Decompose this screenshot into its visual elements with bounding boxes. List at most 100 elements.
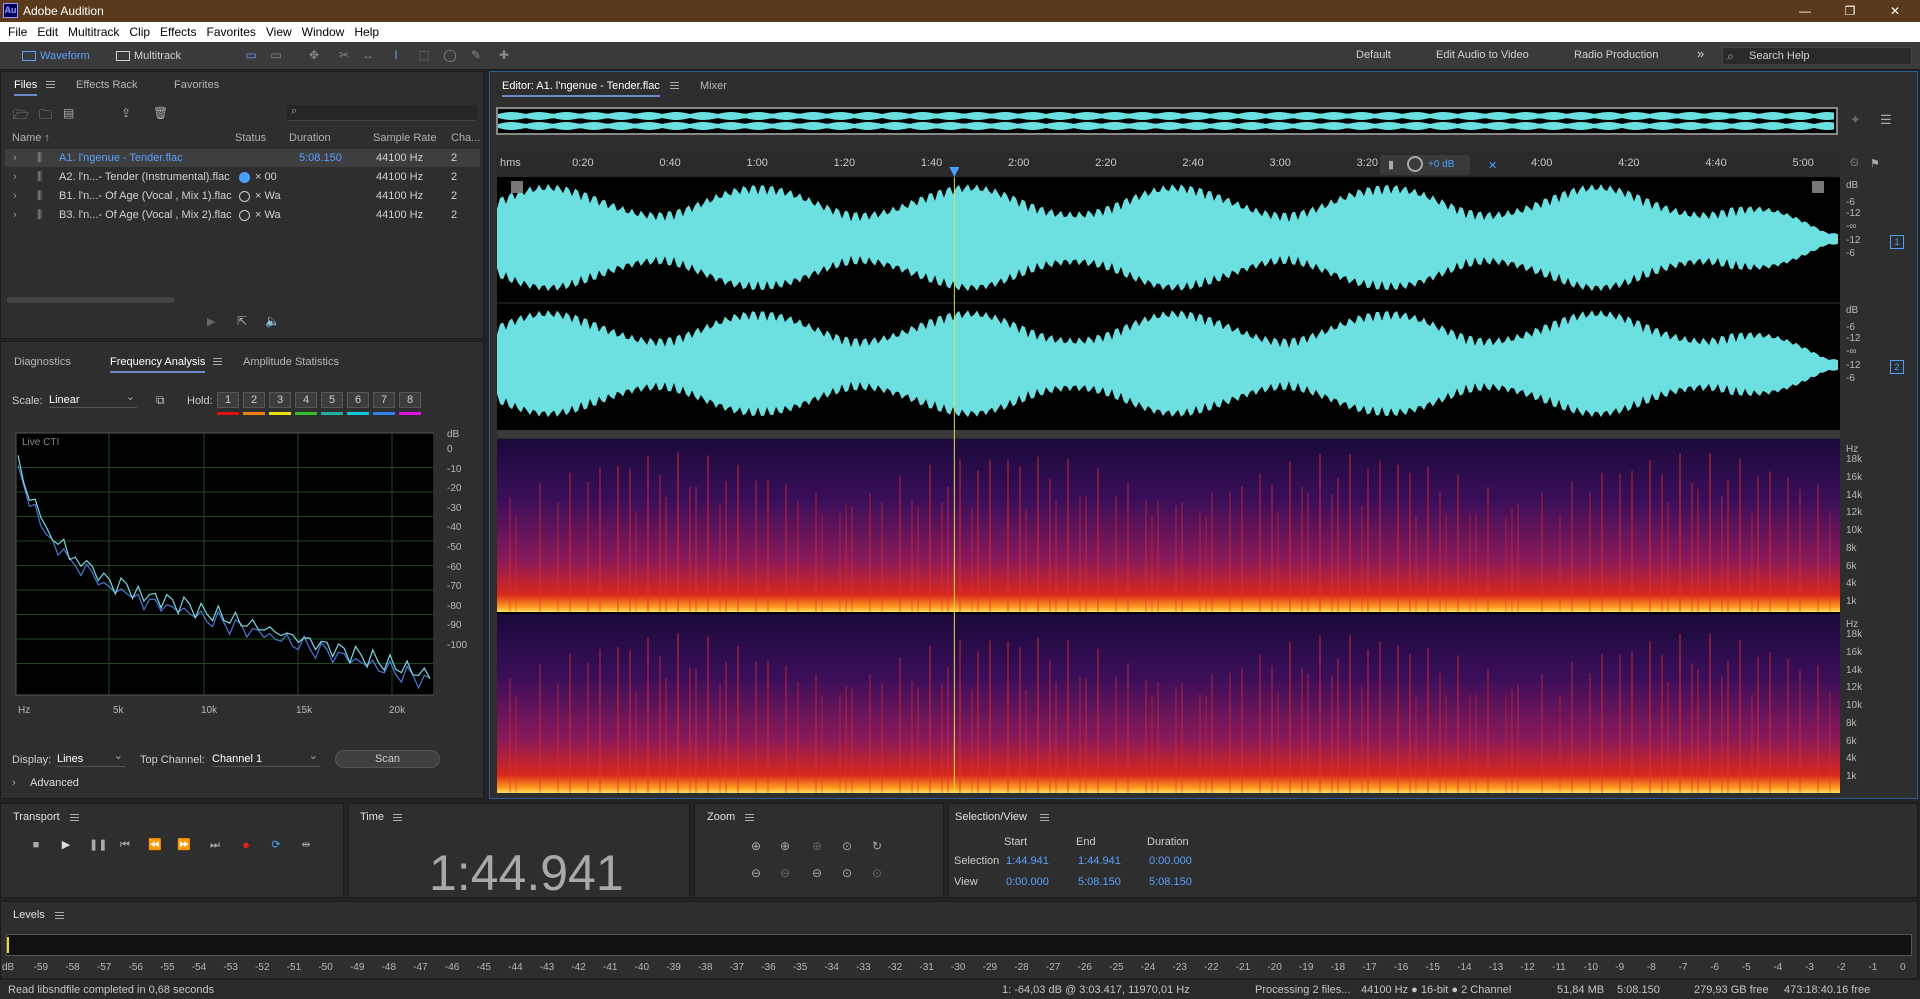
import-file-icon[interactable]: 🗀	[39, 106, 52, 128]
zoom-in-amplitude-icon[interactable]: ⊕	[747, 837, 765, 855]
copy-graph-icon[interactable]: ⧉	[156, 393, 165, 408]
hold-button-2[interactable]: 2	[243, 392, 265, 408]
waveform-view-icon[interactable]: ▭	[243, 48, 259, 62]
tab-favorites[interactable]: Favorites	[174, 79, 219, 91]
zoom-out-amplitude-icon[interactable]: ⊖	[747, 864, 765, 882]
hold-button-3[interactable]: 3	[269, 392, 291, 408]
spectral-view-icon[interactable]: ▭	[268, 48, 284, 62]
selection-end[interactable]: 1:44.941	[1078, 855, 1121, 867]
file-row-a1[interactable]: › ⫼ A1. l'ngenue - Tender.flac 5:08.150 4…	[5, 149, 480, 167]
time-menu-icon[interactable]	[393, 814, 402, 821]
play-icon[interactable]: ▶	[58, 837, 74, 853]
marker-icon[interactable]: ⚑	[1870, 157, 1880, 170]
menu-effects[interactable]: Effects	[155, 22, 201, 42]
zoom-in-time-icon[interactable]: ⊕	[776, 837, 794, 855]
fast-forward-icon[interactable]: ⏩	[176, 837, 192, 853]
record-icon[interactable]: ●	[238, 837, 254, 853]
hold-button-8[interactable]: 8	[399, 392, 421, 408]
channel-2-toggle[interactable]: 2	[1890, 360, 1904, 374]
multitrack-mode-button[interactable]: Multitrack	[112, 47, 181, 65]
column-duration[interactable]: Duration	[289, 132, 331, 144]
menu-view[interactable]: View	[261, 22, 297, 42]
workspace-edit-audio-to-video[interactable]: Edit Audio to Video	[1436, 49, 1529, 61]
hud-volume[interactable]: ▮ +0 dB	[1380, 155, 1470, 175]
zoom-out-full-icon[interactable]: ✦	[1850, 112, 1861, 128]
delete-file-icon[interactable]: 🗑	[153, 106, 168, 120]
column-status[interactable]: Status	[235, 132, 266, 144]
display-dropdown[interactable]: Lines	[57, 748, 125, 767]
menu-help[interactable]: Help	[349, 22, 384, 42]
fade-in-handle[interactable]	[511, 181, 523, 193]
column-sample-rate[interactable]: Sample Rate	[373, 132, 437, 144]
tab-editor[interactable]: Editor: A1. l'ngenue - Tender.flac	[502, 80, 660, 97]
editor-menu-icon[interactable]	[670, 82, 679, 89]
pin-hud-icon[interactable]: ✕	[1488, 159, 1497, 172]
menu-multitrack[interactable]: Multitrack	[63, 22, 124, 42]
tab-effects-rack[interactable]: Effects Rack	[76, 79, 138, 91]
new-file-icon[interactable]: ▤	[63, 106, 74, 120]
view-end[interactable]: 5:08.150	[1078, 876, 1121, 888]
hold-button-5[interactable]: 5	[321, 392, 343, 408]
play-preview-icon[interactable]: ▶	[207, 315, 215, 328]
menu-window[interactable]: Window	[297, 22, 350, 42]
tab-amplitude-statistics[interactable]: Amplitude Statistics	[243, 356, 339, 368]
transport-menu-icon[interactable]	[70, 814, 79, 821]
more-workspaces-button[interactable]: »	[1697, 46, 1704, 61]
channel-1-toggle[interactable]: 1	[1890, 235, 1904, 249]
files-scrollbar[interactable]	[7, 297, 175, 303]
selection-start[interactable]: 1:44.941	[1006, 855, 1049, 867]
stop-icon[interactable]: ■	[28, 837, 44, 853]
zoom-out-full-time-icon[interactable]: ⊖	[808, 864, 826, 882]
loop-preview-icon[interactable]: ⇱	[237, 314, 247, 328]
snap-icon[interactable]: ⏲	[1850, 157, 1859, 170]
advanced-chevron-icon[interactable]: ›	[12, 777, 16, 789]
files-menu-icon[interactable]	[46, 81, 55, 88]
menu-clip[interactable]: Clip	[124, 22, 155, 42]
move-tool-icon[interactable]: ✥	[306, 48, 322, 62]
menu-edit[interactable]: Edit	[32, 22, 63, 42]
workspace-radio-production[interactable]: Radio Production	[1574, 49, 1658, 61]
overview-navigator[interactable]	[496, 107, 1838, 135]
autoplay-volume-icon[interactable]: 🔈	[265, 314, 280, 328]
zoom-reset-icon[interactable]: ↻	[868, 837, 886, 855]
file-row-b1[interactable]: › ⫼ B1. l'n...- Of Age (Vocal , Mix 1).fl…	[5, 187, 480, 205]
file-row-b3[interactable]: › ⫼ B3. l'n...- Of Age (Vocal , Mix 2).fl…	[5, 206, 480, 224]
selection-menu-icon[interactable]	[1040, 814, 1049, 821]
advanced-label[interactable]: Advanced	[30, 777, 79, 789]
fade-out-handle[interactable]	[1812, 181, 1824, 193]
slip-tool-icon[interactable]: ↔	[360, 48, 376, 62]
file-row-a2[interactable]: › ⫼ A2. l'n...- Tender (Instrumental).fla…	[5, 168, 480, 186]
lasso-tool-icon[interactable]: ◯	[442, 48, 458, 62]
zoom-out-time-icon[interactable]: ⊖	[776, 864, 794, 882]
files-search-input[interactable]: ⌕	[287, 105, 477, 121]
scan-button[interactable]: Scan	[335, 750, 440, 768]
top-channel-dropdown[interactable]: Channel 1	[212, 748, 320, 767]
hold-button-1[interactable]: 1	[217, 392, 239, 408]
open-file-icon[interactable]: 🗁	[13, 106, 29, 128]
go-to-end-icon[interactable]: ⏭	[207, 837, 223, 853]
zoom-to-selection-icon[interactable]: ⊙	[838, 837, 856, 855]
tab-diagnostics[interactable]: Diagnostics	[14, 356, 71, 368]
hold-button-6[interactable]: 6	[347, 392, 369, 408]
view-duration[interactable]: 5:08.150	[1149, 876, 1192, 888]
tab-files[interactable]: Files	[14, 79, 38, 96]
zoom-menu-icon[interactable]	[745, 814, 754, 821]
workspace-default[interactable]: Default	[1356, 49, 1391, 61]
selection-duration[interactable]: 0:00.000	[1149, 855, 1192, 867]
time-selection-tool-icon[interactable]: I	[388, 48, 404, 62]
frequency-graph[interactable]: Live CTI	[14, 431, 434, 719]
zoom-out-selection-icon[interactable]: ⊙	[868, 864, 886, 882]
close-button[interactable]: ✕	[1875, 2, 1915, 20]
hold-button-7[interactable]: 7	[373, 392, 395, 408]
column-name[interactable]: Name ↑	[12, 132, 50, 144]
search-help-input[interactable]: ⌕ Search Help	[1722, 47, 1912, 65]
spot-healing-tool-icon[interactable]: ✚	[496, 48, 512, 62]
zoom-in-selection-edges-icon[interactable]: ⊙	[838, 864, 856, 882]
pause-icon[interactable]: ❚❚	[89, 837, 107, 853]
volume-knob[interactable]	[1407, 156, 1423, 172]
loop-playback-icon[interactable]: ⟳	[268, 837, 284, 853]
analysis-menu-icon[interactable]	[213, 358, 222, 365]
go-to-start-icon[interactable]: ⏮	[117, 837, 133, 853]
column-channels[interactable]: Cha...	[451, 132, 480, 144]
rewind-icon[interactable]: ⏪	[147, 837, 163, 853]
